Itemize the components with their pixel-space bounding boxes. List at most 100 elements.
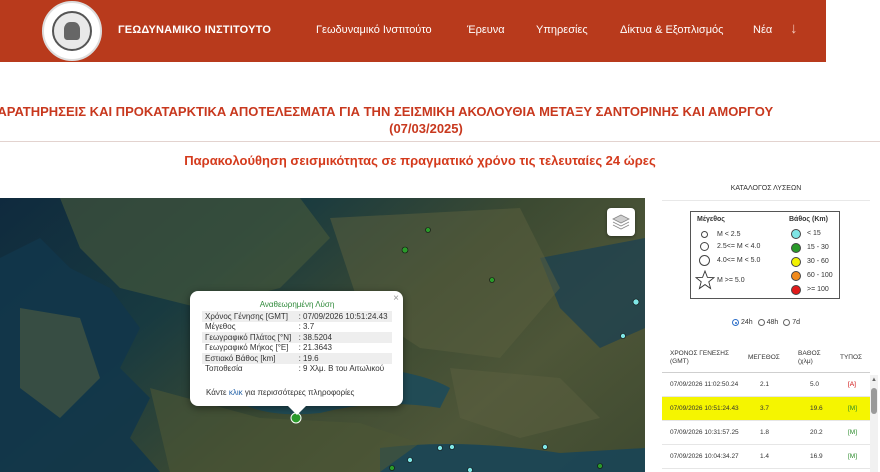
popup-row: Μέγεθος: 3.7 — [202, 322, 392, 333]
more-prefix: Κάντε — [206, 388, 229, 397]
page-subtitle: Παρακολούθηση σεισμικότητας σε πραγματικ… — [184, 153, 656, 168]
event-type: [M] — [848, 429, 858, 436]
divider — [0, 141, 880, 142]
legend-mag-label: M >= 5.0 — [717, 277, 745, 284]
header-type[interactable]: ΤΥΠΟΣ — [840, 354, 862, 362]
solutions-sidebar: ΚΑΤΑΛΟΓΟΣ ΛΥΣΕΩΝ Μέγεθος Βάθος (Km) M < … — [662, 178, 870, 472]
nav-item-news[interactable]: Νέα — [753, 24, 772, 36]
popup-title: Αναθεωρημένη Λύση — [259, 300, 335, 309]
event-magnitude: 3.7 — [760, 405, 770, 412]
popup-details-table: Χρόνος Γένησης [GMT]: 07/09/2026 10:51:2… — [202, 311, 392, 374]
page-title: ΠΑΡΑΤΗΡΗΣΕΙΣ ΚΑΙ ΠΡΟΚΑΤΑΡΚΤΙΚΑ ΑΠΟΤΕΛΕΣΜ… — [0, 104, 880, 138]
more-suffix: για περισσότερες πληροφορίες — [242, 388, 355, 397]
depth-deep-icon — [791, 285, 801, 295]
popup-label: Γεωγραφικό Μήκος [°E] — [205, 343, 289, 353]
event-time: 07/09/2026 10:51:24.43 — [670, 405, 739, 412]
popup-row: Χρόνος Γένησης [GMT]: 07/09/2026 10:51:2… — [202, 311, 392, 322]
table-row[interactable]: 07/09/2026 10:04:34.27 1.4 16.9 [M] — [662, 445, 870, 469]
page-title-line1: ΠΑΡΑΤΗΡΗΣΕΙΣ ΚΑΙ ΠΡΟΚΑΤΑΡΚΤΙΚΑ ΑΠΟΤΕΛΕΣΜ… — [0, 104, 774, 119]
nav-item-institute[interactable]: Γεωδυναμικό Ινστιτούτο — [316, 24, 432, 36]
event-marker[interactable] — [597, 463, 603, 469]
event-depth: 20.2 — [810, 429, 823, 436]
nav-item-research[interactable]: Έρευνα — [467, 24, 505, 36]
period-24h-radio[interactable] — [732, 319, 739, 326]
event-type: [M] — [848, 405, 858, 412]
popup-value: : 38.5204 — [295, 332, 392, 343]
period-selector: 24h 48h 7d — [732, 319, 803, 326]
event-marker[interactable] — [401, 246, 409, 254]
event-type: [M] — [848, 453, 858, 460]
legend-magnitude-title: Μέγεθος — [697, 216, 725, 223]
legend-depth-label: 30 - 60 — [807, 258, 829, 265]
period-7d-label[interactable]: 7d — [792, 319, 800, 326]
header-time[interactable]: ΧΡΟΝΟΣ ΓΕΝΕΣΗΣ (GMT) — [670, 350, 732, 366]
event-marker[interactable] — [467, 467, 473, 472]
table-row[interactable]: 07/09/2026 10:31:57.25 1.8 20.2 [M] — [662, 421, 870, 445]
depth-15-30-icon — [791, 243, 801, 253]
brand-name[interactable]: ΓΕΩΔΥΝΑΜΙΚΟ ΙΝΣΤΙΤΟΥΤΟ — [118, 24, 271, 36]
table-row-selected[interactable]: 07/09/2026 10:51:24.43 3.7 19.6 [M] — [662, 397, 870, 421]
events-table-body: 07/09/2026 11:02:50.24 2.1 5.0 [A] 07/09… — [662, 373, 870, 469]
event-marker[interactable] — [489, 277, 495, 283]
events-table-header: ΧΡΟΝΟΣ ΓΕΝΕΣΗΣ (GMT) ΜΕΓΕΘΟΣ ΒΑΘΟΣ (χλμ)… — [662, 342, 870, 373]
event-time: 07/09/2026 11:02:50.24 — [670, 381, 739, 388]
event-time: 07/09/2026 10:04:34.27 — [670, 453, 739, 460]
legend-depth-label: < 15 — [807, 230, 821, 237]
legend-depth-title: Βάθος (Km) — [789, 216, 828, 223]
legend-depth-label: >= 100 — [807, 286, 829, 293]
layers-control-button[interactable] — [607, 208, 635, 236]
popup-row: Τοποθεσία: 9 Χλμ. Β του Αιτωλικού — [202, 364, 392, 375]
event-marker[interactable] — [620, 333, 626, 339]
popup-row: Εστιακό Βάθος [km]: 19.6 — [202, 353, 392, 364]
magnitude-large-icon — [699, 255, 710, 266]
event-depth: 16.9 — [810, 453, 823, 460]
table-scrollbar[interactable]: ▲ — [870, 375, 878, 472]
event-depth: 5.0 — [810, 381, 820, 388]
event-time: 07/09/2026 10:31:57.25 — [670, 429, 739, 436]
event-magnitude: 1.4 — [760, 453, 770, 460]
nav-item-services[interactable]: Υπηρεσίες — [536, 24, 588, 36]
event-marker[interactable] — [449, 444, 455, 450]
institute-logo[interactable] — [42, 1, 102, 61]
event-marker[interactable] — [437, 445, 443, 451]
legend-mag-label: 4.0<= M < 5.0 — [717, 257, 761, 264]
legend-box: Μέγεθος Βάθος (Km) M < 2.5 2.5<= M < 4.0… — [690, 211, 840, 299]
popup-value: : 21.3643 — [298, 343, 332, 353]
event-marker[interactable] — [632, 298, 640, 306]
legend-mag-label: 2.5<= M < 4.0 — [717, 243, 761, 250]
legend-depth-label: 60 - 100 — [807, 272, 833, 279]
arrow-down-icon[interactable]: ↓ — [790, 20, 798, 37]
table-row[interactable]: 07/09/2026 11:02:50.24 2.1 5.0 [A] — [662, 373, 870, 397]
event-type: [A] — [848, 381, 856, 388]
period-48h-label[interactable]: 48h — [767, 319, 779, 326]
magnitude-medium-icon — [700, 242, 709, 251]
period-7d-radio[interactable] — [783, 319, 791, 326]
period-48h-radio[interactable] — [757, 319, 765, 326]
period-24h-label[interactable]: 24h — [741, 319, 753, 326]
event-marker[interactable] — [542, 444, 548, 450]
popup-label: Εστιακό Βάθος [km] — [202, 353, 296, 364]
more-info-link[interactable]: κλικ — [229, 388, 243, 397]
popup-value: : 9 Χλμ. Β του Αιτωλικού — [298, 364, 385, 374]
popup-label: Χρόνος Γένησης [GMT] — [202, 311, 296, 322]
header-magnitude[interactable]: ΜΕΓΕΘΟΣ — [748, 354, 780, 362]
event-marker[interactable] — [425, 227, 431, 233]
event-marker[interactable] — [389, 465, 395, 471]
depth-60-100-icon — [791, 271, 801, 281]
sidebar-heading: ΚΑΤΑΛΟΓΟΣ ΛΥΣΕΩΝ — [662, 178, 870, 201]
popup-value: : 07/09/2026 10:51:24.43 — [295, 311, 392, 322]
scrollbar-thumb[interactable] — [871, 388, 877, 414]
event-depth: 19.6 — [810, 405, 823, 412]
event-marker[interactable] — [407, 457, 413, 463]
depth-shallow-icon — [791, 229, 801, 239]
legend-mag-label: M < 2.5 — [717, 231, 741, 238]
header-depth[interactable]: ΒΑΘΟΣ (χλμ) — [798, 350, 828, 366]
scroll-up-icon[interactable]: ▲ — [871, 377, 877, 383]
page-title-line2: (07/03/2025) — [389, 121, 463, 136]
popup-row: Γεωγραφικό Μήκος [°E] : 21.3643 — [202, 343, 392, 354]
nav-item-networks[interactable]: Δίκτυα & Εξοπλισμός — [620, 24, 723, 36]
popup-value: : 3.7 — [298, 322, 315, 332]
legend-depth-label: 15 - 30 — [807, 244, 829, 251]
star-icon — [695, 270, 715, 290]
close-icon[interactable]: × — [393, 293, 399, 304]
